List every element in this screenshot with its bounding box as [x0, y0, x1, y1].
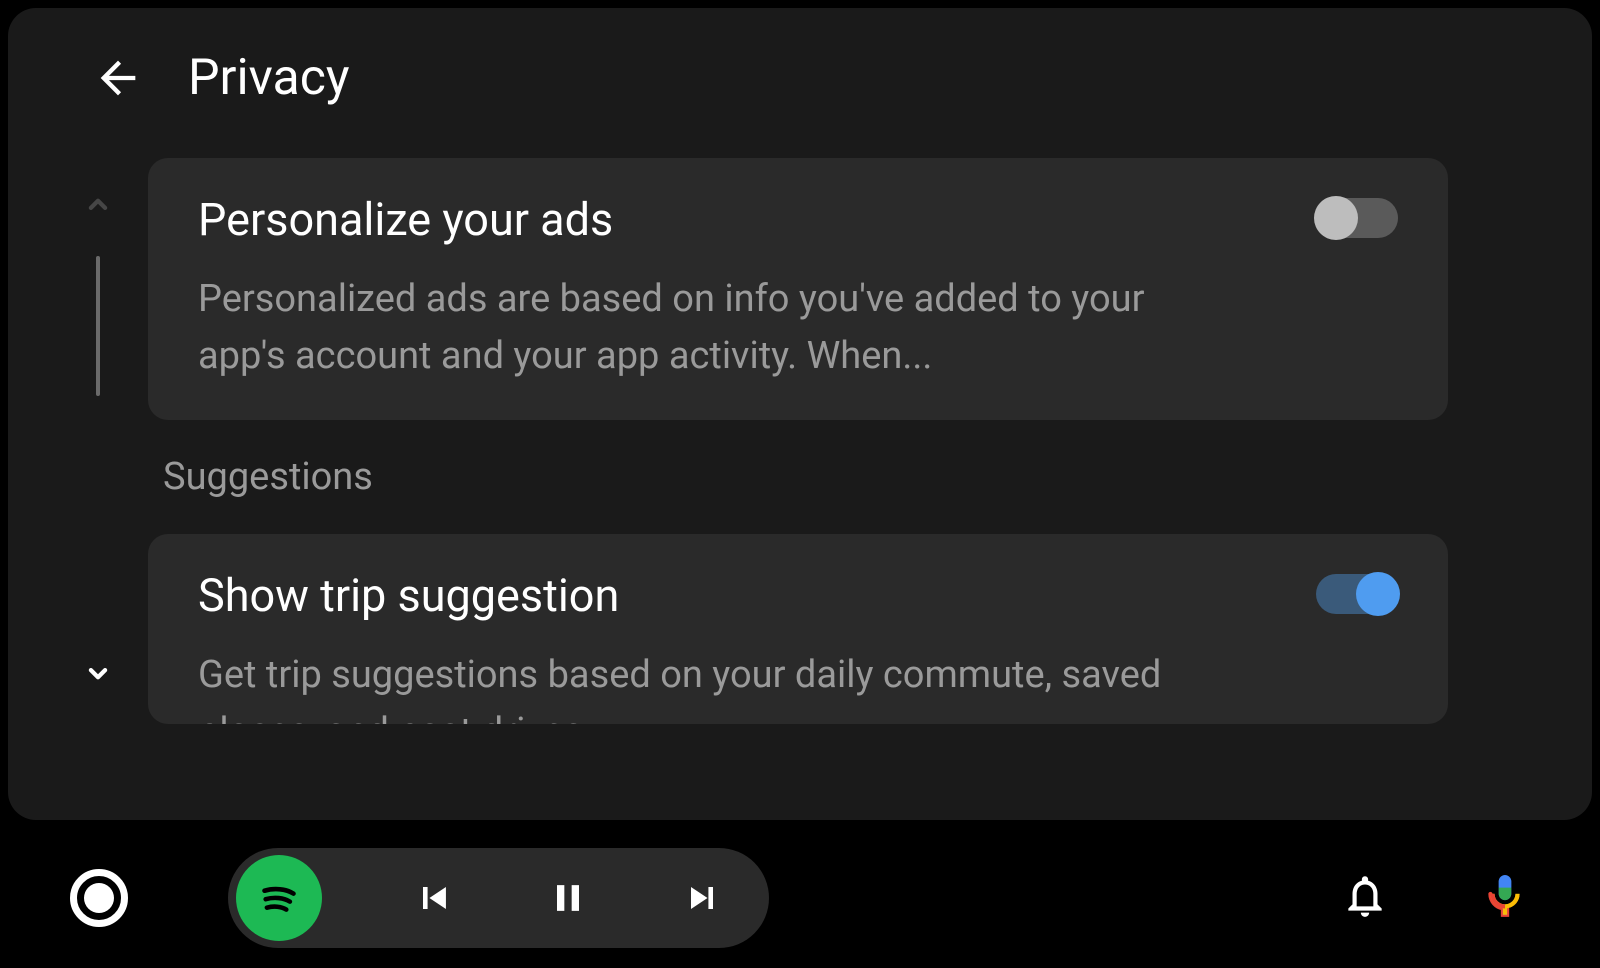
content-area: Personalize your ads Personalized ads ar… [8, 138, 1592, 724]
toggle-track [1316, 574, 1398, 614]
trip-suggestion-setting[interactable]: Show trip suggestion Get trip suggestion… [148, 534, 1448, 724]
trip-suggestion-toggle[interactable] [1316, 574, 1398, 614]
page-title: Privacy [188, 49, 350, 107]
header: Privacy [8, 8, 1592, 138]
voice-assistant-button[interactable] [1480, 871, 1530, 925]
settings-screen: Privacy Personalize your ads Personalize… [8, 8, 1592, 820]
arrow-left-icon [92, 52, 144, 104]
personalize-ads-setting[interactable]: Personalize your ads Personalized ads ar… [148, 158, 1448, 420]
back-button[interactable] [88, 48, 148, 108]
right-icons [1340, 871, 1530, 925]
scroll-indicator [78, 158, 118, 724]
toggle-thumb [1356, 572, 1400, 616]
skip-next-icon [680, 876, 724, 920]
section-header-suggestions: Suggestions [148, 455, 1448, 499]
personalize-ads-toggle[interactable] [1316, 198, 1398, 238]
skip-previous-icon [412, 876, 456, 920]
previous-track-button[interactable] [412, 876, 456, 920]
scroll-track[interactable] [96, 256, 100, 396]
notifications-button[interactable] [1340, 871, 1390, 925]
settings-list: Personalize your ads Personalized ads ar… [148, 158, 1448, 724]
toggle-thumb [1314, 196, 1358, 240]
toggle-track [1316, 198, 1398, 238]
setting-title: Show trip suggestion [198, 569, 1398, 622]
scroll-down-button[interactable] [81, 656, 115, 694]
spotify-app-button[interactable] [236, 855, 322, 941]
pause-button[interactable] [546, 876, 590, 920]
spotify-icon [250, 869, 308, 927]
mic-icon [1480, 871, 1530, 921]
bell-icon [1340, 871, 1390, 921]
next-track-button[interactable] [680, 876, 724, 920]
setting-description: Get trip suggestions based on your daily… [198, 647, 1198, 724]
bottom-nav-bar [0, 828, 1600, 968]
chevron-up-icon [81, 188, 115, 222]
scroll-up-button[interactable] [81, 188, 115, 226]
setting-title: Personalize your ads [198, 193, 1398, 246]
media-controls [228, 848, 769, 948]
setting-description: Personalized ads are based on info you'v… [198, 271, 1198, 385]
pause-icon [546, 876, 590, 920]
home-button[interactable] [70, 869, 128, 927]
chevron-down-icon [81, 656, 115, 690]
